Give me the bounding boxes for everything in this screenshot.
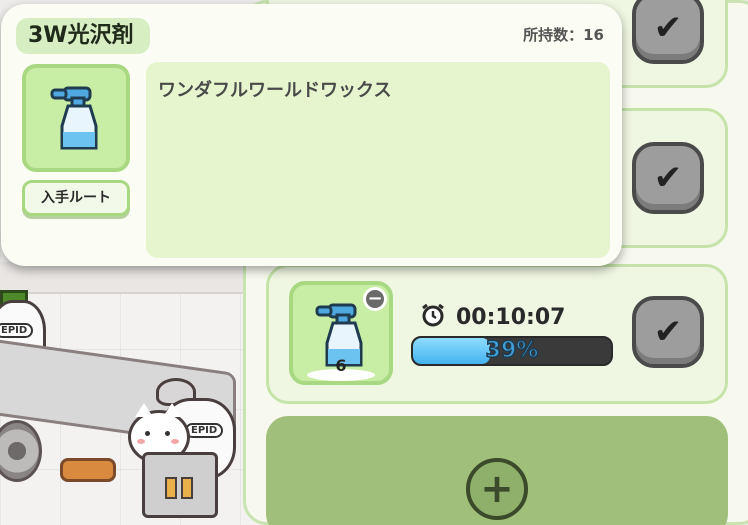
complete-button[interactable]: ✔ [632,0,704,64]
checkmark-icon: ✔ [653,158,683,198]
game-screen: EPID EPID ✔ ✔ 6 − 00:10:07 39% ✔ + 3W光沢剤… [0,0,748,525]
spray-bottle-icon [48,82,106,158]
checkmark-icon: ✔ [653,8,683,48]
cat-blush [137,439,145,444]
item-icon-box [22,64,130,172]
checkmark-icon: ✔ [653,312,683,352]
robot-window [165,477,177,499]
owned-count: 所持数：16 [523,26,604,44]
conveyor-stand [60,458,116,482]
cat-blush [171,439,179,444]
item-description: ワンダフルワールドワックス [146,62,610,258]
complete-button[interactable]: ✔ [632,296,704,368]
progress-bar: 39% [411,336,613,366]
minus-icon[interactable]: − [363,287,387,311]
robot-window [181,477,193,499]
robot-body [142,452,218,518]
progress-label: 39% [485,338,539,364]
item-info-popup: 3W光沢剤 所持数：16 入手ルート ワンダフルワールドワックス [1,4,622,266]
timer-text: 00:10:07 [456,304,566,330]
item-quantity: 6 [335,356,347,375]
cat-ear [135,403,153,417]
alarm-clock-icon [420,302,446,332]
cat-eye [165,431,170,436]
plus-icon[interactable]: + [466,458,528,520]
acquisition-route-button[interactable]: 入手ルート [22,180,130,216]
sack-tag: EPID [185,423,224,438]
timer: 00:10:07 [420,302,565,332]
cat-eye [145,431,150,436]
complete-button[interactable]: ✔ [632,142,704,214]
sack-tag: EPID [0,323,34,338]
factory-wall [0,262,255,294]
item-name: 3W光沢剤 [16,18,150,54]
cat-ear [163,403,181,417]
